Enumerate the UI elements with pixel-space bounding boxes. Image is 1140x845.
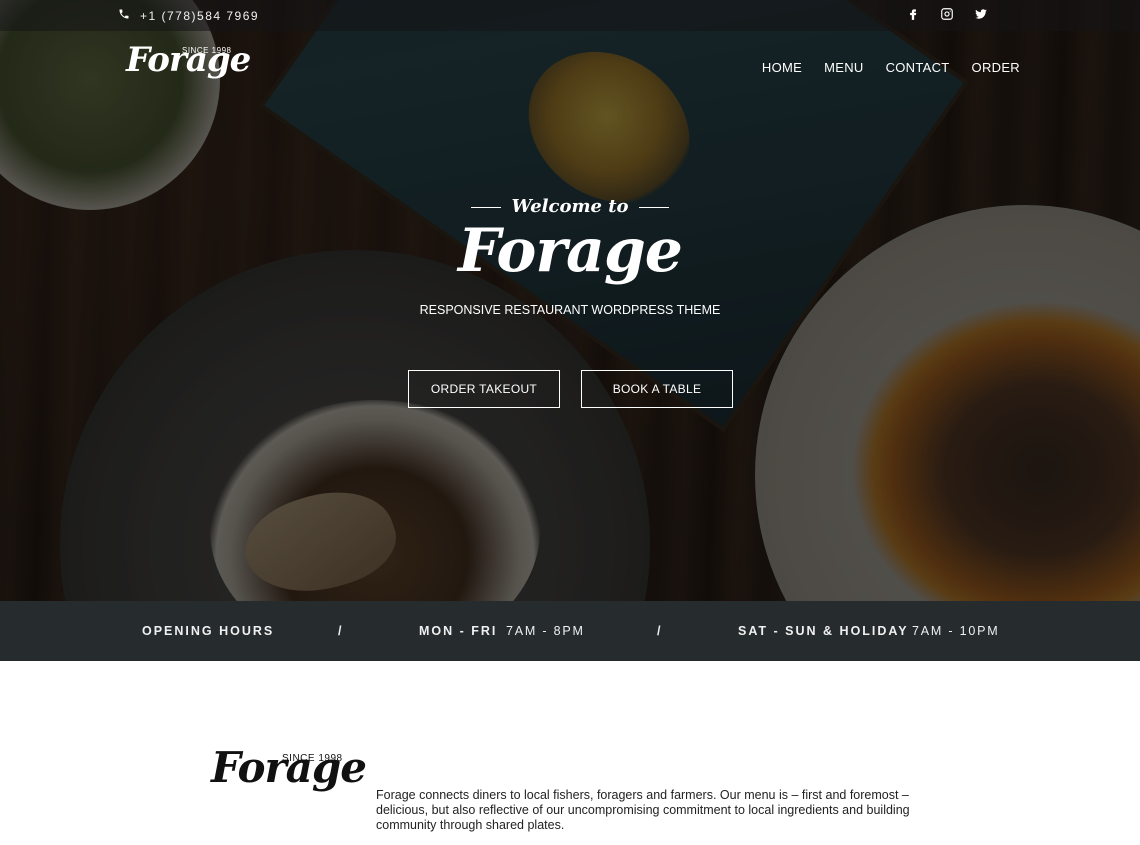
book-table-button[interactable]: BOOK A TABLE: [581, 370, 733, 408]
nav-order[interactable]: ORDER: [972, 60, 1020, 75]
welcome-text: Welcome to: [511, 196, 629, 217]
order-takeout-button[interactable]: ORDER TAKEOUT: [408, 370, 560, 408]
hours-label: OPENING HOURS: [142, 624, 275, 638]
hero-section: +1 (778)584 7969 SINCE 1998 Forage HOME …: [0, 0, 1140, 601]
about-logo: SINCE 1998 Forage: [211, 743, 367, 792]
divider-line: [638, 206, 669, 208]
hours-separator: /: [657, 624, 663, 638]
site-logo[interactable]: SINCE 1998 Forage: [126, 40, 251, 80]
weekday-time: 7AM - 8PM: [506, 624, 585, 638]
nav-contact[interactable]: CONTACT: [886, 60, 950, 75]
hero-tagline: RESPONSIVE RESTAURANT WORDPRESS THEME: [419, 303, 721, 317]
phone-number: +1 (778)584 7969: [140, 8, 260, 23]
hours-separator: /: [338, 624, 344, 638]
about-paragraph: Forage connects diners to local fishers,…: [376, 788, 910, 832]
phone-icon: [118, 8, 130, 23]
nav-home[interactable]: HOME: [762, 60, 802, 75]
weekday-label: MON - FRI: [419, 624, 498, 638]
phone-contact[interactable]: +1 (778)584 7969: [118, 8, 259, 23]
top-bar: +1 (778)584 7969: [0, 0, 1140, 31]
twitter-icon[interactable]: [974, 7, 988, 21]
hero-title: Forage: [458, 216, 683, 286]
weekend-label: SAT - SUN & HOLIDAY: [738, 624, 909, 638]
divider-line: [471, 206, 502, 208]
about-logo-word: Forage: [211, 743, 367, 792]
logo-since: SINCE 1998: [182, 46, 232, 55]
main-nav: HOME MENU CONTACT ORDER: [762, 60, 1020, 75]
opening-hours-bar: OPENING HOURS / MON - FRI 7AM - 8PM / SA…: [0, 601, 1140, 661]
weekend-time: 7AM - 10PM: [912, 624, 1000, 638]
social-links: [906, 7, 988, 21]
about-logo-since: SINCE 1998: [282, 753, 343, 764]
instagram-icon[interactable]: [940, 7, 954, 21]
welcome-heading: Welcome to: [0, 196, 1140, 217]
facebook-icon[interactable]: [906, 7, 920, 21]
nav-menu[interactable]: MENU: [824, 60, 863, 75]
